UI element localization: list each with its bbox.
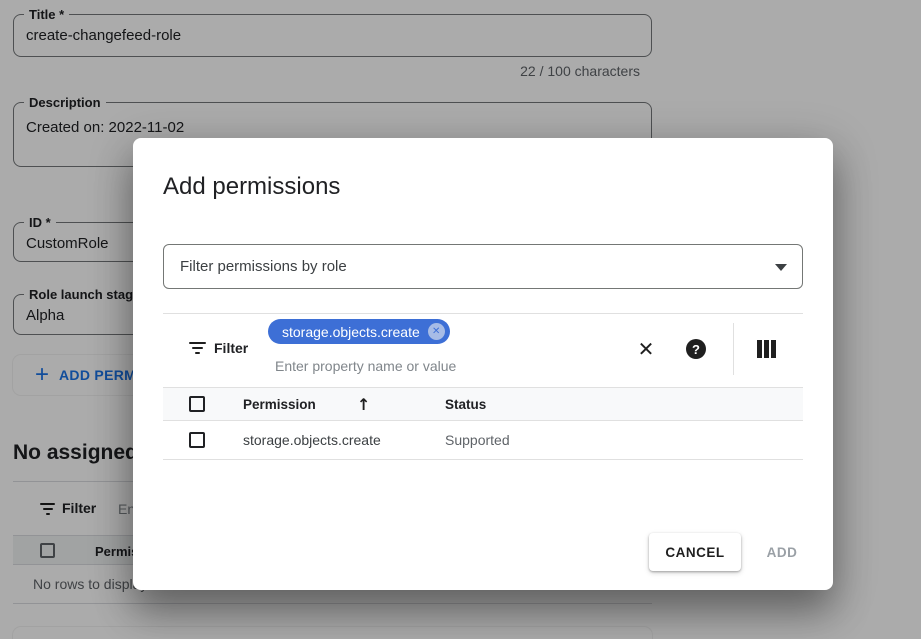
- row-checkbox[interactable]: [189, 432, 205, 448]
- permission-column-header[interactable]: Permission: [243, 397, 316, 412]
- role-dropdown-placeholder: Filter permissions by role: [180, 258, 347, 275]
- filter-chip-storage-objects-create[interactable]: storage.objects.create ✕: [268, 319, 450, 344]
- row-permission-cell: storage.objects.create: [243, 432, 381, 448]
- row-status-cell: Supported: [445, 432, 510, 448]
- clear-filters-icon[interactable]: ✕: [633, 336, 659, 362]
- dialog-filter-label: Filter: [214, 340, 248, 356]
- filter-chip-text: storage.objects.create: [282, 324, 420, 340]
- add-permissions-dialog: Add permissions Filter permissions by ro…: [133, 138, 833, 590]
- filter-icon: [189, 342, 206, 354]
- filter-permissions-by-role-dropdown[interactable]: Filter permissions by role: [163, 244, 803, 289]
- chip-remove-icon[interactable]: ✕: [428, 323, 445, 340]
- add-button[interactable]: ADD: [752, 533, 812, 571]
- table-row[interactable]: storage.objects.create Supported: [163, 421, 803, 460]
- column-display-options-icon[interactable]: [757, 340, 776, 358]
- toolbar-top-divider: [163, 313, 803, 314]
- create-role-page: Title * create-changefeed-role 22 / 100 …: [0, 0, 921, 639]
- help-icon[interactable]: ?: [686, 339, 706, 359]
- select-all-checkbox[interactable]: [189, 396, 205, 412]
- dialog-title: Add permissions: [163, 173, 340, 201]
- cancel-button[interactable]: CANCEL: [649, 533, 741, 571]
- sort-ascending-icon[interactable]: ↑: [357, 395, 370, 414]
- dialog-table-header: Permission ↑ Status: [163, 387, 803, 421]
- toolbar-vertical-divider: [733, 323, 734, 375]
- chevron-down-icon: [775, 264, 787, 271]
- status-column-header[interactable]: Status: [445, 397, 486, 412]
- dialog-filter-input[interactable]: Enter property name or value: [275, 358, 456, 374]
